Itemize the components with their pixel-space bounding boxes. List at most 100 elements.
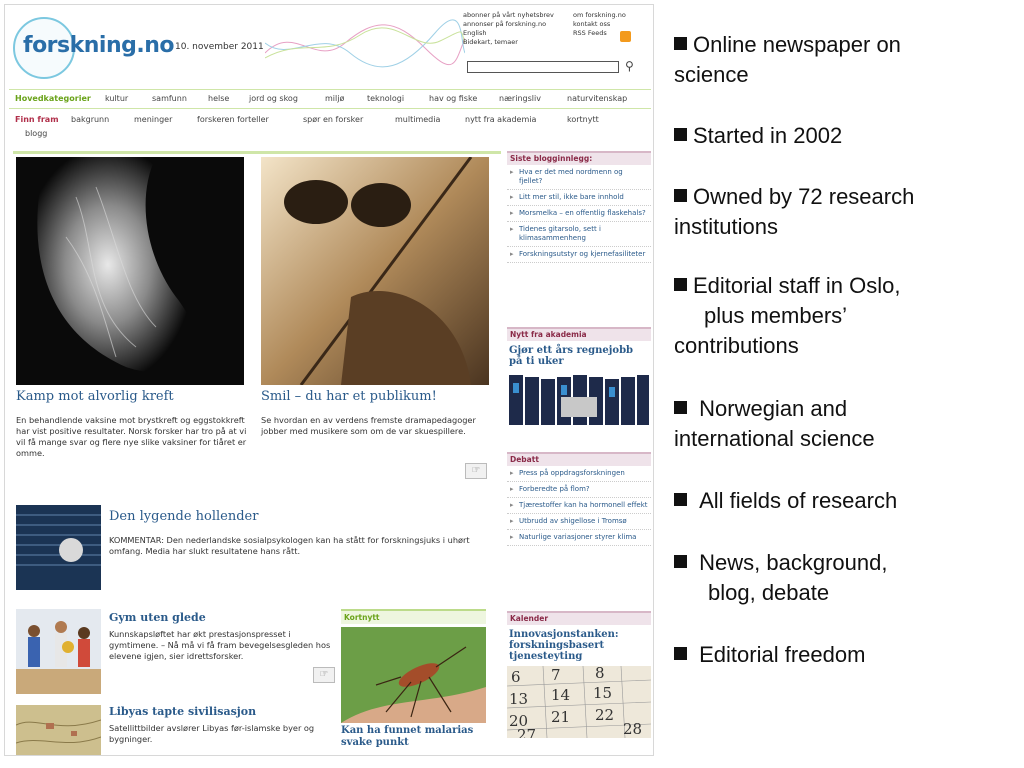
nav-item[interactable]: helse <box>208 90 229 108</box>
supercomputer-image[interactable] <box>507 371 651 429</box>
bullet-item: Editorial freedom <box>674 640 1014 670</box>
header-link[interactable]: English <box>463 29 573 38</box>
svg-text:27: 27 <box>517 726 536 738</box>
hollender-image[interactable] <box>16 505 101 590</box>
bullet-item: Editorial staff in Oslo, plus members’ c… <box>674 271 1014 361</box>
header-link[interactable]: RSS Feeds <box>573 29 643 38</box>
site-logo[interactable]: forskning.no <box>23 33 175 58</box>
bullet-square-icon <box>674 128 687 141</box>
story-text: Satellittbilder avslører Libyas før-isla… <box>109 723 315 744</box>
debatt-entry[interactable]: Utbrudd av shigellose i Tromsø <box>507 514 651 530</box>
finn-item[interactable]: spør en forsker <box>303 113 363 127</box>
bullet-text: Owned by 72 research <box>693 184 915 209</box>
bullet-square-icon <box>674 647 687 660</box>
akademia-box: Nytt fra akademia Gjør ett års regnejobb… <box>507 327 651 429</box>
blog-entry[interactable]: Morsmelka – en offentlig flaskehals? <box>507 206 651 222</box>
xray-image[interactable] <box>16 157 244 385</box>
header-link[interactable]: kontakt oss <box>573 20 643 29</box>
calendar-image[interactable]: 678 13 14 15 20 21 22 28 27 <box>507 666 651 738</box>
svg-text:28: 28 <box>623 720 642 738</box>
handshake-icon: ☞ <box>465 463 487 479</box>
svg-text:14: 14 <box>551 686 570 704</box>
svg-text:7: 7 <box>551 666 561 684</box>
bullet-item: All fields of research <box>674 486 1014 516</box>
header-links-right: om forskning.no kontakt oss RSS Feeds <box>573 11 643 38</box>
story-title[interactable]: Kamp mot alvorlig kreft <box>16 389 174 404</box>
debatt-entry[interactable]: Press på oppdragsforskningen <box>507 466 651 482</box>
bullet-text: international science <box>674 426 875 451</box>
story-title[interactable]: Den lygende hollender <box>109 509 258 524</box>
search-icon[interactable]: ⚲ <box>625 59 639 73</box>
svg-text:13: 13 <box>509 690 528 708</box>
content-divider <box>13 151 501 154</box>
svg-text:8: 8 <box>595 666 605 682</box>
bullet-square-icon <box>674 278 687 291</box>
story-text: En behandlende vaksine mot brystkreft og… <box>16 415 247 458</box>
finn-item[interactable]: blogg <box>25 127 47 141</box>
svg-text:15: 15 <box>593 684 612 702</box>
gym-image[interactable] <box>16 609 101 694</box>
finn-fram-nav: Finn fram bakgrunn meninger forskeren fo… <box>9 111 651 145</box>
violinist-image[interactable] <box>261 157 489 385</box>
nav-item[interactable]: naturvitenskap <box>567 90 627 108</box>
blog-entry[interactable]: Litt mer stil, ikke bare innhold <box>507 190 651 206</box>
website-screenshot: forskning.no 10. november 2011 abonner p… <box>4 4 654 756</box>
story-title[interactable]: Smil – du har et publikum! <box>261 389 437 404</box>
story-title[interactable]: Libyas tapte sivilisasjon <box>109 705 256 718</box>
bullet-item: Owned by 72 research institutions <box>674 182 1014 242</box>
kalender-title[interactable]: Innovasjonstanken: forskningsbasert tjen… <box>507 625 651 666</box>
handshake-icon: ☞ <box>313 667 335 683</box>
akademia-box-header: Nytt fra akademia <box>507 327 651 341</box>
kalender-box: Kalender Innovasjonstanken: forskningsba… <box>507 611 651 738</box>
bullet-text: Norwegian and <box>699 396 848 421</box>
blog-entry[interactable]: Forskningsutstyr og kjernefasiliteter <box>507 247 651 263</box>
bullet-text: blog, debate <box>708 580 830 605</box>
blog-entry[interactable]: Tidenes gitarsolo, sett i klimasammenhen… <box>507 222 651 247</box>
search-input[interactable] <box>467 61 619 73</box>
bullet-text: Online newspaper on <box>693 32 901 57</box>
nav-item[interactable]: samfunn <box>152 90 187 108</box>
nav-item[interactable]: jord og skog <box>249 90 298 108</box>
finn-item[interactable]: kortnytt <box>567 113 599 127</box>
nav-item[interactable]: teknologi <box>367 90 404 108</box>
finn-item[interactable]: forskeren forteller <box>197 113 269 127</box>
bullet-text: science <box>674 62 749 87</box>
story-text: Se hvordan en av verdens fremste dramape… <box>261 415 476 436</box>
rss-icon[interactable] <box>620 31 631 42</box>
debatt-box: Debatt Press på oppdragsforskningen Forb… <box>507 452 651 546</box>
header-link[interactable]: Bidekart, temaer <box>463 38 573 47</box>
finn-item[interactable]: nytt fra akademia <box>465 113 536 127</box>
blog-entry[interactable]: Hva er det med nordmenn og fjellet? <box>507 165 651 190</box>
bullet-square-icon <box>674 189 687 202</box>
bullet-text: Editorial staff in Oslo, <box>693 273 901 298</box>
nav-item[interactable]: hav og fiske <box>429 90 477 108</box>
debatt-entry[interactable]: Naturlige variasjoner styrer klima <box>507 530 651 546</box>
nav-item[interactable]: miljø <box>325 90 344 108</box>
bullet-text: contributions <box>674 333 799 358</box>
bullet-text: Editorial freedom <box>699 642 866 667</box>
main-category-nav: Hovedkategorier kultur samfunn helse jor… <box>9 89 651 109</box>
debatt-entry[interactable]: Forberedte på flom? <box>507 482 651 498</box>
nav-item[interactable]: kultur <box>105 90 128 108</box>
finn-item[interactable]: bakgrunn <box>71 113 109 127</box>
kortnytt-title[interactable]: Kan ha funnet malarias svake punkt <box>341 725 491 749</box>
bullet-square-icon <box>674 493 687 506</box>
finn-item[interactable]: multimedia <box>395 113 440 127</box>
mosquito-image[interactable] <box>341 627 486 723</box>
header-link[interactable]: annonser på forskning.no <box>463 20 573 29</box>
blog-box: Siste blogginnlegg: Hva er det med nordm… <box>507 151 651 263</box>
finn-item[interactable]: meninger <box>134 113 172 127</box>
header-links-left: abonner på vårt nyhetsbrev annonser på f… <box>463 11 573 47</box>
bullet-square-icon <box>674 401 687 414</box>
debatt-entry[interactable]: Tjærestoffer kan ha hormonell effekt <box>507 498 651 514</box>
libya-map-image[interactable] <box>16 705 101 755</box>
svg-text:22: 22 <box>595 706 614 724</box>
story-title[interactable]: Gym uten glede <box>109 611 206 624</box>
akademia-title[interactable]: Gjør ett års regnejobb på ti uker <box>507 341 651 371</box>
header-link[interactable]: om forskning.no <box>573 11 643 20</box>
nav-item[interactable]: næringsliv <box>499 90 541 108</box>
header-link[interactable]: abonner på vårt nyhetsbrev <box>463 11 573 20</box>
svg-text:21: 21 <box>551 708 570 726</box>
story-text: Kunnskapsløftet har økt prestasjonspress… <box>109 629 331 661</box>
bullet-text: News, background, <box>699 550 888 575</box>
